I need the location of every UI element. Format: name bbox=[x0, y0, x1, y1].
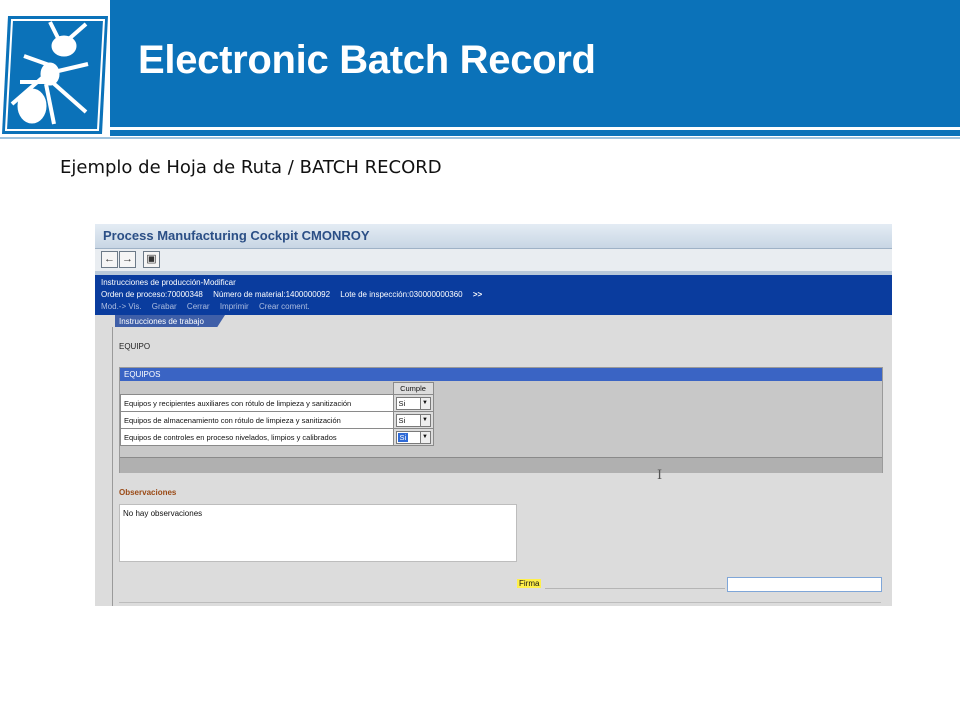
sap-header-title: Instrucciones de producción-Modificar bbox=[101, 278, 236, 287]
inspection-lot: Lote de inspección:030000000360 bbox=[340, 290, 463, 299]
menu-cerrar[interactable]: Cerrar bbox=[187, 302, 210, 311]
chevron-down-icon[interactable]: ▼ bbox=[419, 414, 430, 426]
arrow-left-icon[interactable]: ← bbox=[101, 251, 118, 268]
menu-mod-vis[interactable]: Mod.-> Vis. bbox=[101, 302, 142, 311]
group-title: EQUIPOS bbox=[124, 370, 161, 379]
column-header-cumple: Cumple bbox=[392, 382, 434, 395]
sap-toolbar: ← → ▣ bbox=[95, 249, 892, 271]
observations-text: No hay observaciones bbox=[123, 509, 203, 518]
table-row: Equipos de almacenamiento con rótulo de … bbox=[120, 411, 434, 429]
menu-crear-coment[interactable]: Crear coment. bbox=[259, 302, 310, 311]
row-label: Equipos y recipientes auxiliares con rót… bbox=[120, 394, 394, 412]
logo bbox=[0, 0, 108, 136]
sap-window-title: Process Manufacturing Cockpit CMONROY bbox=[103, 228, 370, 243]
row-label: Equipos de almacenamiento con rótulo de … bbox=[120, 411, 394, 429]
row-label: Equipos de controles en proceso nivelado… bbox=[120, 428, 394, 446]
tab-label: Instrucciones de trabajo bbox=[119, 317, 204, 326]
signature-label: Firma bbox=[517, 579, 542, 588]
equipos-table: Cumple Equipos y recipientes auxiliares … bbox=[120, 382, 434, 446]
sap-window: Process Manufacturing Cockpit CMONROY ← … bbox=[95, 224, 892, 606]
ant-logo-icon bbox=[2, 16, 108, 134]
cumple-dropdown[interactable]: Si ▼ bbox=[395, 396, 431, 410]
equipos-group: EQUIPOS Cumple Equipos y recipientes aux… bbox=[119, 367, 883, 473]
sap-menu: Mod.-> Vis. Grabar Cerrar Imprimir Crear… bbox=[101, 302, 318, 311]
section-title: EQUIPO bbox=[119, 342, 151, 351]
table-row: Equipos de controles en proceso nivelado… bbox=[120, 428, 434, 446]
observations-textarea[interactable]: No hay observaciones bbox=[119, 504, 517, 562]
header-divider-thin bbox=[0, 137, 960, 139]
text-cursor-icon: I bbox=[657, 468, 663, 483]
sap-header-panel: Instrucciones de producción-Modificar Or… bbox=[95, 275, 892, 315]
table-row: Equipos y recipientes auxiliares con rót… bbox=[120, 394, 434, 412]
chevron-down-icon[interactable]: ▼ bbox=[419, 431, 430, 443]
more-button[interactable]: >> bbox=[473, 290, 482, 299]
group-header: EQUIPOS bbox=[120, 368, 882, 381]
screen-icon[interactable]: ▣ bbox=[143, 251, 160, 268]
order-number: Orden de proceso:70000348 bbox=[101, 290, 203, 299]
chevron-down-icon[interactable]: ▼ bbox=[419, 397, 430, 409]
menu-imprimir[interactable]: Imprimir bbox=[220, 302, 249, 311]
bottom-divider bbox=[119, 602, 881, 603]
arrow-right-icon[interactable]: → bbox=[119, 251, 136, 268]
sap-title-bar: Process Manufacturing Cockpit CMONROY bbox=[95, 224, 892, 249]
signature-divider bbox=[545, 588, 725, 589]
group-footer bbox=[120, 457, 882, 473]
slide-title: Electronic Batch Record bbox=[138, 38, 596, 82]
cumple-dropdown[interactable]: Si ▼ bbox=[395, 430, 431, 444]
observations-label: Observaciones bbox=[119, 488, 177, 497]
table-corner bbox=[120, 382, 394, 395]
cumple-dropdown[interactable]: Si ▼ bbox=[395, 413, 431, 427]
material-number: Número de material:1400000092 bbox=[213, 290, 331, 299]
header-divider bbox=[110, 130, 960, 136]
signature-input[interactable] bbox=[727, 577, 882, 592]
sap-header-info: Orden de proceso:70000348 Número de mate… bbox=[101, 290, 490, 299]
menu-grabar[interactable]: Grabar bbox=[152, 302, 177, 311]
slide-subtitle: Ejemplo de Hoja de Ruta / BATCH RECORD bbox=[60, 157, 442, 178]
left-rule bbox=[112, 327, 113, 606]
